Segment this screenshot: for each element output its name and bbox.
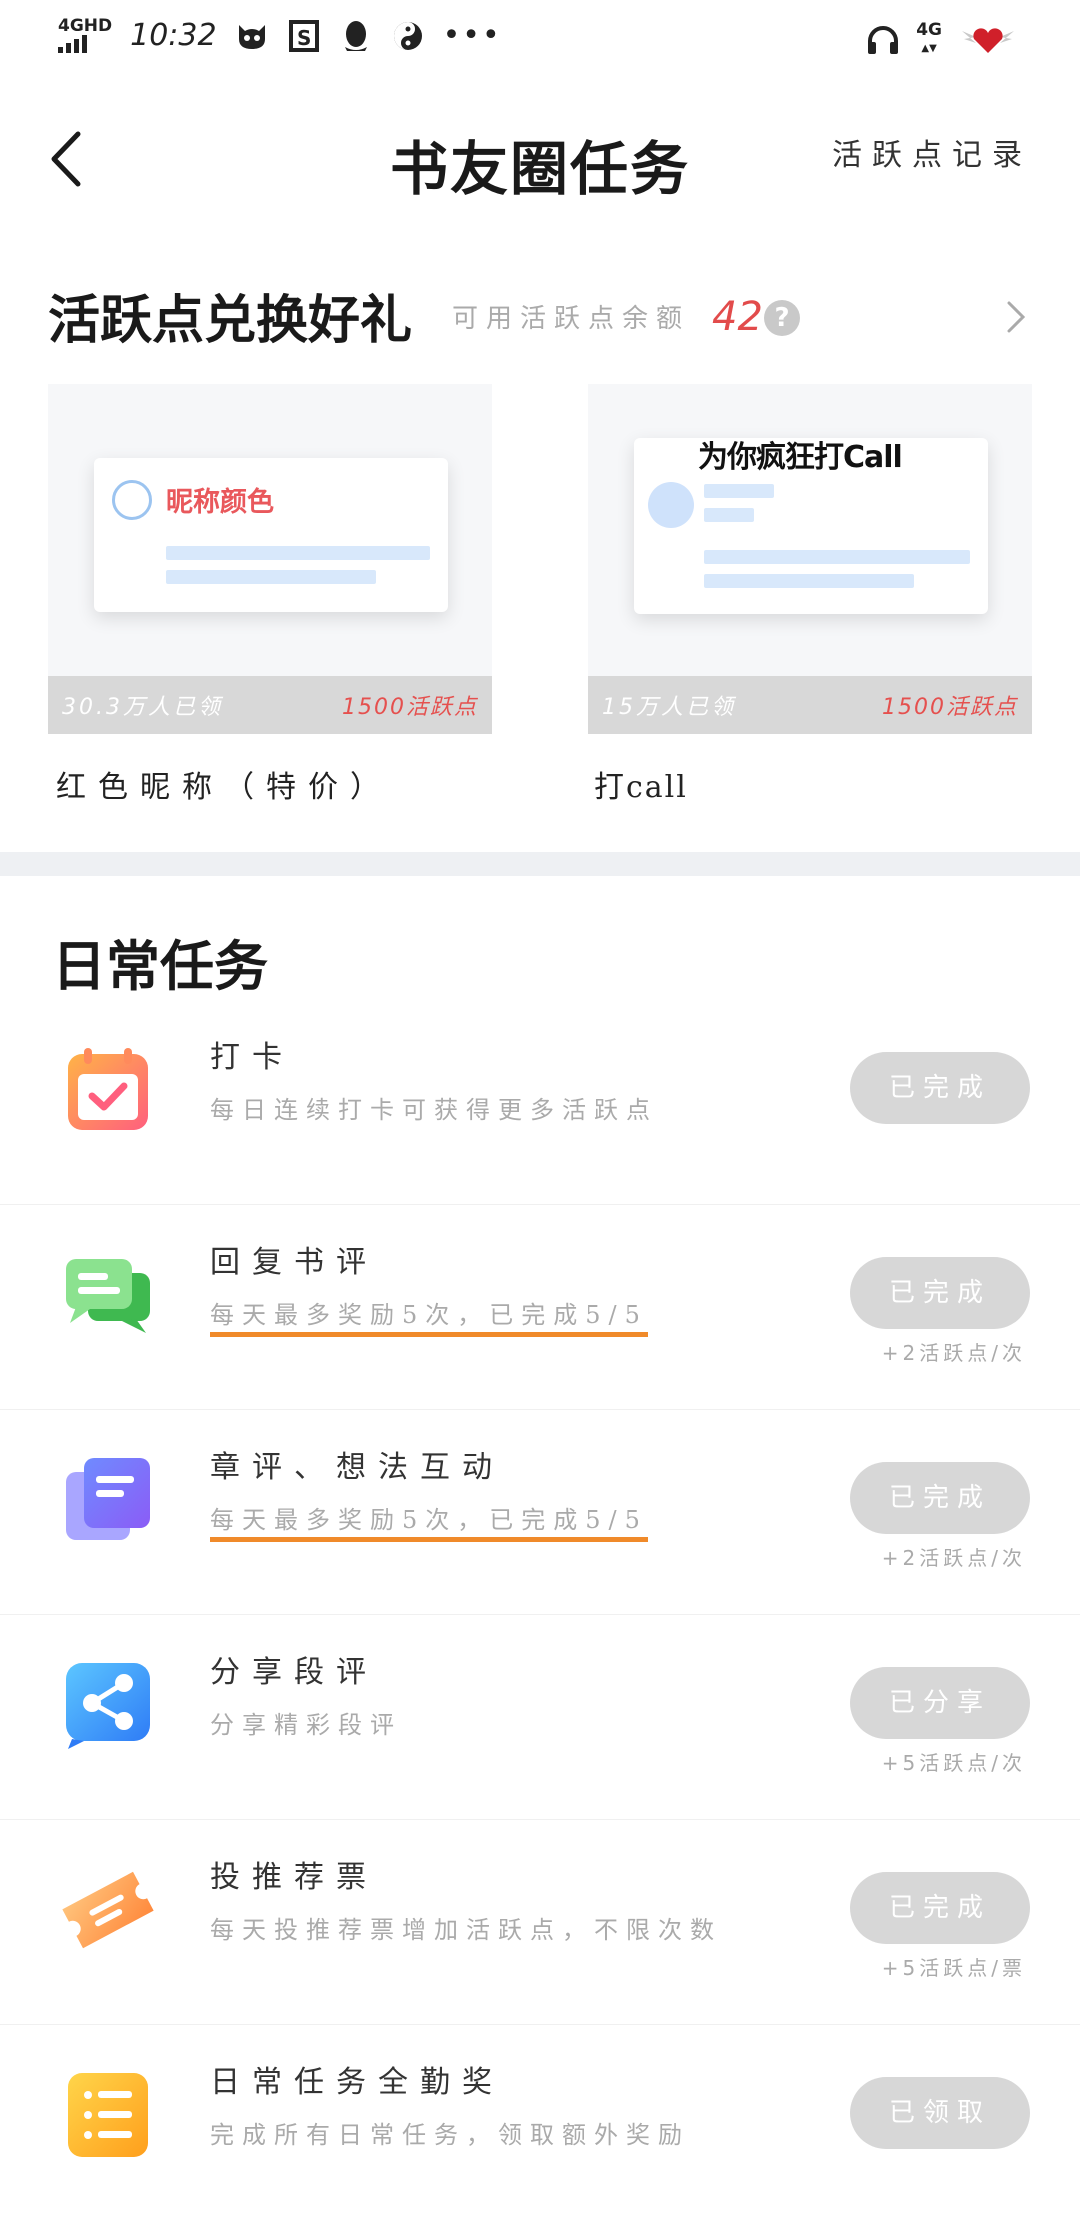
network-type: 4GHD: [58, 16, 113, 36]
task-status-button[interactable]: 已完成: [850, 1052, 1030, 1124]
task-reward: +2活跃点/次: [881, 1546, 1026, 1570]
signal-indicator: 4GHD: [58, 18, 112, 53]
yin-yang-icon: [391, 19, 425, 53]
page-header: 书友圈任务 活跃点记录: [0, 100, 1080, 220]
task-description: 每天最多奖励5次，已完成5/5: [210, 1295, 648, 1337]
svg-text:S: S: [297, 26, 311, 50]
placeholder-line: [704, 508, 754, 522]
reward-card-footer: 15万人已领 1500活跃点: [588, 676, 1032, 734]
chevron-right-icon: [1007, 301, 1026, 333]
avatar-icon: [112, 480, 152, 520]
balance-value: 42: [712, 294, 763, 340]
reward-card-call[interactable]: 为你疯狂打Call 15万人已领 1500活跃点 打call: [588, 384, 1032, 805]
task-status-button[interactable]: 已分享: [850, 1667, 1030, 1739]
status-bar-left: 4GHD 10:32 S •••: [58, 18, 502, 53]
task-row-share-review: 分享段评 分享精彩段评 已分享 +5活跃点/次: [0, 1615, 1080, 1820]
task-name: 投推荐票: [210, 1860, 378, 1895]
call-banner-label: 为你疯狂打Call: [698, 440, 903, 475]
task-row-comment-interaction: 章评、想法互动 每天最多奖励5次，已完成5/5 已完成 +2活跃点/次: [0, 1410, 1080, 1615]
section-divider: [0, 852, 1080, 876]
placeholder-line: [704, 484, 774, 498]
task-status-button[interactable]: 已完成: [850, 1257, 1030, 1329]
status-bar-right: 4G ▲▼: [866, 22, 1018, 57]
task-row-checkin: 打卡 每日连续打卡可获得更多活跃点 已完成: [0, 1000, 1080, 1205]
task-row-full-attendance: 日常任务全勤奖 完成所有日常任务，领取额外奖励 已领取: [0, 2025, 1080, 2214]
signal-bars-icon: [58, 35, 87, 53]
task-description: 每天最多奖励5次，已完成5/5: [210, 1500, 648, 1542]
exchange-title: 活跃点兑换好礼: [48, 290, 413, 351]
placeholder-line: [166, 546, 430, 560]
ticket-icon: [62, 1871, 154, 1949]
redeemed-count: 15万人已领: [602, 695, 736, 720]
list-icon: [68, 2073, 148, 2157]
reward-preview-image: 昵称颜色 30.3万人已领 1500活跃点: [48, 384, 492, 734]
task-name: 日常任务全勤奖: [210, 2065, 504, 2100]
right-network-type: 4G: [916, 20, 942, 40]
more-notifications-icon: •••: [442, 18, 502, 53]
task-reward: +2活跃点/次: [881, 1341, 1026, 1365]
task-reward: +5活跃点/次: [881, 1751, 1026, 1775]
task-description: 每天投推荐票增加活跃点，不限次数: [210, 1916, 722, 1944]
reward-name: 红色昵称（特价）: [56, 770, 392, 805]
reward-cost: 1500活跃点: [882, 695, 1018, 720]
task-name: 打卡: [210, 1040, 294, 1075]
task-status-button[interactable]: 已完成: [850, 1462, 1030, 1534]
task-name: 分享段评: [210, 1655, 378, 1690]
heart-wings-battery-icon: [958, 23, 1018, 57]
redeemed-count: 30.3万人已领: [62, 695, 223, 720]
help-icon[interactable]: ?: [764, 300, 800, 336]
cat-face-icon: [235, 19, 269, 53]
nickname-preview-panel: 昵称颜色: [94, 458, 448, 612]
reward-cost: 1500活跃点: [342, 695, 478, 720]
exchange-section-header[interactable]: 活跃点兑换好礼 可用活跃点余额 42 ?: [48, 270, 1040, 370]
chat-bubbles-icon: [66, 1259, 150, 1333]
task-description: 每日连续打卡可获得更多活跃点: [210, 1096, 658, 1124]
task-description: 完成所有日常任务，领取额外奖励: [210, 2121, 690, 2149]
balance-label: 可用活跃点余额: [452, 304, 691, 334]
status-bar: 4GHD 10:32 S ••• 4G ▲▼: [0, 0, 1080, 84]
daily-tasks-title: 日常任务: [52, 934, 268, 998]
stacked-notes-icon: [66, 1458, 150, 1540]
task-reward: +5活跃点/票: [881, 1956, 1026, 1980]
clock: 10:32: [130, 18, 217, 53]
reward-card-footer: 30.3万人已领 1500活跃点: [48, 676, 492, 734]
reward-preview-image: 为你疯狂打Call 15万人已领 1500活跃点: [588, 384, 1032, 734]
placeholder-line: [704, 550, 970, 564]
reward-card-red-nickname[interactable]: 昵称颜色 30.3万人已领 1500活跃点 红色昵称（特价）: [48, 384, 492, 805]
avatar-icon: [648, 482, 694, 528]
calendar-check-icon: [68, 1048, 148, 1130]
placeholder-line: [166, 570, 376, 584]
qq-penguin-icon: [339, 19, 373, 53]
activity-record-link[interactable]: 活跃点记录: [832, 130, 1032, 174]
task-status-button[interactable]: 已领取: [850, 2077, 1030, 2149]
task-name: 回复书评: [210, 1245, 378, 1280]
placeholder-line: [704, 574, 914, 588]
task-row-recommend-ticket: 投推荐票 每天投推荐票增加活跃点，不限次数 已完成 +5活跃点/票: [0, 1820, 1080, 2025]
reward-name: 打call: [594, 770, 688, 805]
headphones-icon: [866, 23, 900, 57]
sim-card-icon: S: [287, 19, 321, 53]
task-row-reply-review: 回复书评 每天最多奖励5次，已完成5/5 已完成 +2活跃点/次: [0, 1205, 1080, 1410]
task-description: 分享精彩段评: [210, 1711, 402, 1739]
task-name: 章评、想法互动: [210, 1450, 504, 1485]
mobile-data-indicator: 4G ▲▼: [916, 20, 942, 55]
task-status-button[interactable]: 已完成: [850, 1872, 1030, 1944]
nickname-preview-label: 昵称颜色: [166, 487, 274, 518]
share-icon: [66, 1663, 150, 1749]
